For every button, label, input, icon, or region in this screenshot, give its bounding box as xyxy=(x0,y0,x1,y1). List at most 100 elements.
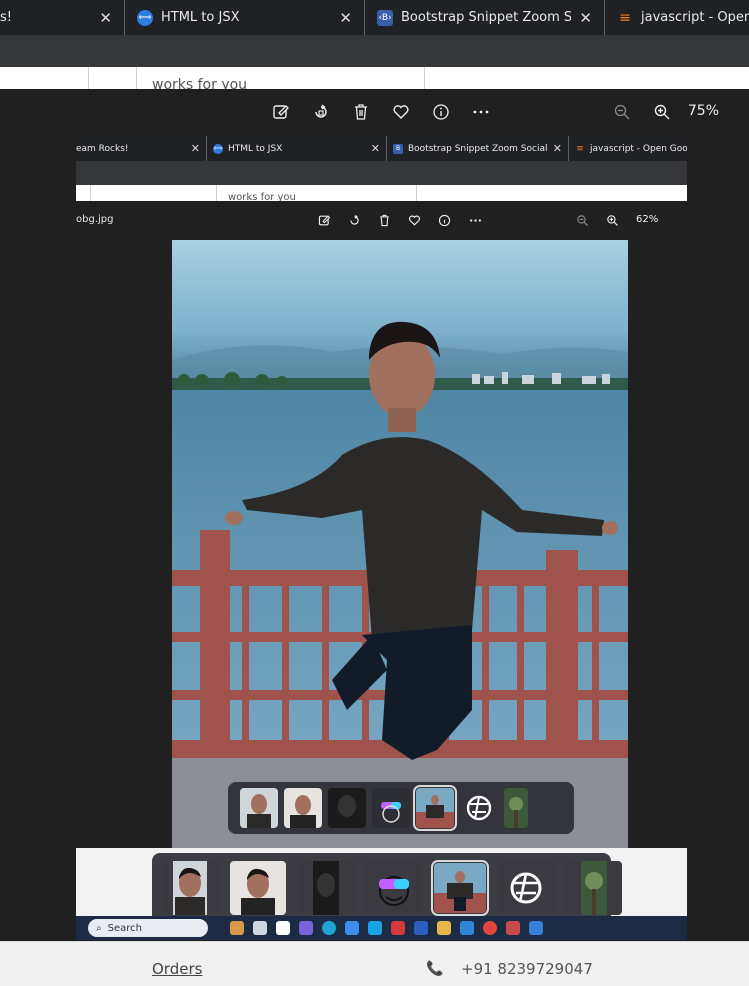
word-icon xyxy=(414,921,428,935)
plant-thumb[interactable] xyxy=(566,861,622,915)
bootstrap-favicon-icon: ‹B› xyxy=(377,9,393,26)
inner-filmstrip xyxy=(228,782,574,834)
zoom-in-icon xyxy=(604,212,620,228)
more-icon[interactable] xyxy=(470,101,492,123)
inner-page-peek: works for you xyxy=(76,185,687,201)
tab-label: Bootstrap Snippet Zoom Social Ic xyxy=(401,10,572,25)
delete-icon[interactable] xyxy=(350,101,372,123)
taskbar-search: ⌕ Search xyxy=(88,919,208,937)
tab-bootstrap-snippet[interactable]: ‹B› Bootstrap Snippet Zoom Social Ic ✕ xyxy=(364,0,604,35)
taskbar: ⌕ Search xyxy=(76,916,687,940)
tab-team-rocks[interactable]: s! ✕ xyxy=(0,0,124,35)
app-l-icon xyxy=(368,921,382,935)
stackoverflow-favicon-icon: ≡ xyxy=(576,143,584,154)
html-to-jsx-favicon-icon: ⟺ xyxy=(213,143,223,154)
file-icon xyxy=(276,921,290,935)
divider xyxy=(136,67,137,89)
chrome-icon xyxy=(483,921,497,935)
photos-icon xyxy=(529,921,543,935)
tab-html-to-jsx[interactable]: ⟺ HTML to JSX ✕ xyxy=(124,0,364,35)
more-icon xyxy=(467,212,483,228)
peek-text: works for you xyxy=(152,77,248,89)
divider xyxy=(90,185,91,201)
logo-thumb xyxy=(460,788,498,828)
divider xyxy=(424,67,425,89)
search-label: Search xyxy=(107,922,142,934)
tab-label: HTML to JSX xyxy=(161,10,240,25)
inner-tab-strip: eam Rocks! ✕ ⟺ HTML to JSX ✕ B Bootstrap… xyxy=(76,136,687,161)
portrait-thumb-2 xyxy=(284,788,322,828)
divider xyxy=(88,67,89,89)
close-icon[interactable]: ✕ xyxy=(579,9,592,27)
tab-label: s! xyxy=(0,10,12,25)
tab-label: HTML to JSX xyxy=(228,143,283,154)
folder-icon xyxy=(437,921,451,935)
zoom-out-icon xyxy=(574,212,590,228)
tab-javascript-open-google[interactable]: ≡ javascript - Open Goo xyxy=(604,0,749,35)
filmstrip xyxy=(152,853,622,923)
close-icon[interactable]: ✕ xyxy=(99,9,112,27)
info-icon xyxy=(436,212,452,228)
embedded-screenshot: eam Rocks! ✕ ⟺ HTML to JSX ✕ B Bootstrap… xyxy=(76,136,687,916)
close-icon: ✕ xyxy=(552,142,562,155)
avatar-thumb[interactable] xyxy=(366,861,422,915)
peek-text: works for you xyxy=(228,192,296,201)
rotate-icon xyxy=(346,212,362,228)
tab-label: javascript - Open Goo xyxy=(641,10,749,25)
plant-thumb xyxy=(504,788,528,828)
edit-image-icon xyxy=(316,212,332,228)
orders-link[interactable]: Orders xyxy=(152,960,202,978)
mail-icon xyxy=(391,921,405,935)
portrait-thumb xyxy=(240,788,278,828)
inner-tab-html-to-jsx: ⟺ HTML to JSX ✕ xyxy=(206,136,386,161)
file-name: obg.jpg xyxy=(76,214,114,225)
task-view-icon xyxy=(253,921,267,935)
snip-icon xyxy=(506,921,520,935)
zoom-in-icon[interactable] xyxy=(651,101,673,123)
inner-tab-bootstrap-snippet: B Bootstrap Snippet Zoom Social Ic ✕ xyxy=(386,136,568,161)
html-to-jsx-favicon-icon: ⟺ xyxy=(137,9,153,26)
favorite-icon[interactable] xyxy=(390,101,412,123)
stackoverflow-favicon-icon: ≡ xyxy=(619,9,631,26)
rotate-icon[interactable] xyxy=(310,101,332,123)
dark-thumb xyxy=(328,788,366,828)
tab-label: Bootstrap Snippet Zoom Social Ic xyxy=(408,143,548,154)
widgets-icon xyxy=(230,921,244,935)
delete-icon xyxy=(376,212,392,228)
zoom-out-icon[interactable] xyxy=(611,101,633,123)
vscode-icon xyxy=(460,921,474,935)
browser-toolbar xyxy=(0,35,749,67)
selected-photo-thumb[interactable] xyxy=(431,860,489,916)
inner-tab-team-rocks: eam Rocks! ✕ xyxy=(76,136,206,161)
browser-tab-strip: s! ✕ ⟺ HTML to JSX ✕ ‹B› Bootstrap Snipp… xyxy=(0,0,749,35)
portrait-thumb[interactable] xyxy=(162,861,218,915)
dark-thumb[interactable] xyxy=(298,861,354,915)
inner-browser-toolbar xyxy=(76,161,687,185)
inner-tab-javascript: ≡ javascript - Open Goog xyxy=(568,136,687,161)
search-icon: ⌕ xyxy=(96,922,102,934)
divider xyxy=(216,185,217,201)
close-icon: ✕ xyxy=(190,142,200,155)
phone-number: +91 8239729047 xyxy=(461,960,593,978)
zoom-level: 75% xyxy=(687,103,719,119)
avatar-thumb xyxy=(372,788,410,828)
tab-label: eam Rocks! xyxy=(76,143,129,154)
edge-icon xyxy=(322,921,336,935)
page-content-peek: works for you xyxy=(0,67,749,89)
main-photo xyxy=(172,240,628,848)
store-icon xyxy=(345,921,359,935)
tab-label: javascript - Open Goog xyxy=(590,143,687,154)
portrait-thumb-2[interactable] xyxy=(230,861,286,915)
logo-thumb[interactable] xyxy=(498,861,554,915)
info-icon[interactable] xyxy=(430,101,452,123)
divider xyxy=(416,185,417,201)
viewer-toolbar xyxy=(0,101,749,123)
favorite-icon xyxy=(406,212,422,228)
bootstrap-favicon-icon: B xyxy=(393,143,403,154)
teams-icon xyxy=(299,921,313,935)
selected-photo-thumb xyxy=(413,785,457,831)
close-icon[interactable]: ✕ xyxy=(339,9,352,27)
close-icon: ✕ xyxy=(370,142,380,155)
edit-image-icon[interactable] xyxy=(270,101,292,123)
inner-zoom-level: 62% xyxy=(636,214,659,225)
